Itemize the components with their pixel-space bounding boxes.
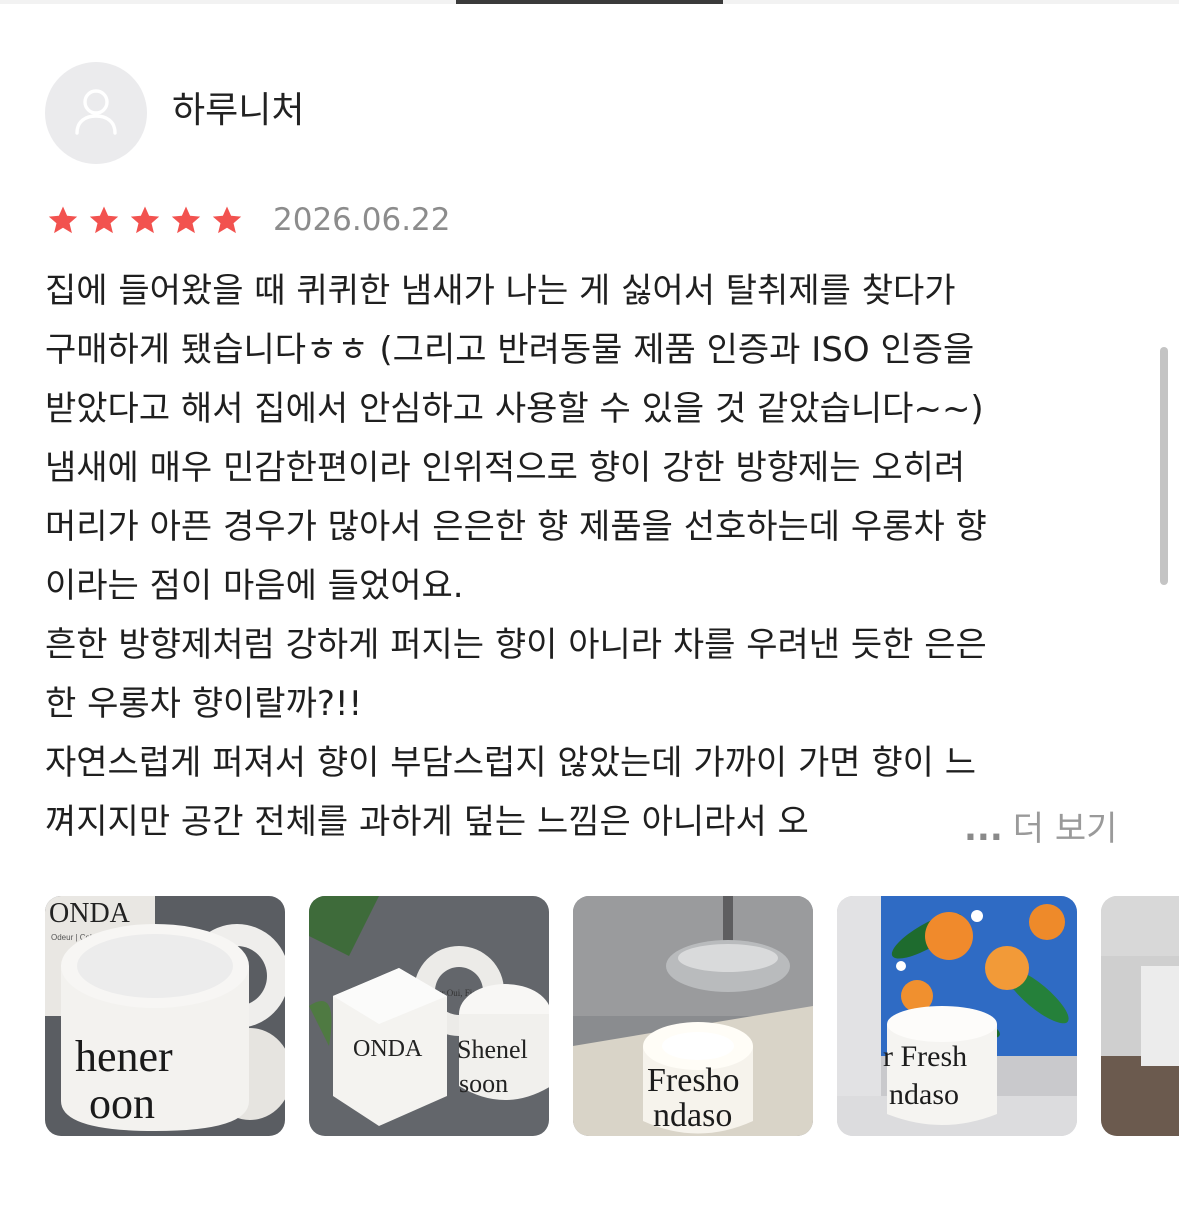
review-line: 받았다고 해서 집에서 안심하고 사용할 수 있을 것 같았습니다~~) <box>45 389 984 429</box>
star-icon <box>89 206 119 234</box>
photo-candle-open-lid: ONDA Odeur | Colonche hener oon <box>45 896 285 1136</box>
photo-candle-with-box: Odeur Oui, Fiore la ONDA Shenel soon <box>309 896 549 1136</box>
photo-partial <box>1101 896 1179 1136</box>
review-line: 흔한 방향제처럼 강하게 퍼지는 향이 아니라 차를 우려낸 듯한 은은 <box>45 625 987 665</box>
review-date: 2026.06.22 <box>273 202 451 238</box>
review-photo-4[interactable]: r Fresh ndaso <box>837 896 1077 1136</box>
photo-label: Shenel <box>457 1035 528 1064</box>
star-icon <box>171 206 201 234</box>
star-icon <box>212 206 242 234</box>
photo-label: ndaso <box>889 1078 959 1111</box>
review-line: 한 우롱차 향이랄까?!! <box>45 684 363 724</box>
photo-label: r Fresh <box>883 1040 967 1073</box>
star-rating <box>46 202 251 240</box>
star-icon <box>130 206 160 234</box>
review-line: 머리가 아픈 경우가 많아서 은은한 향 제품을 선호하는데 우롱차 향 <box>45 507 987 547</box>
star-icon <box>48 206 78 234</box>
user-icon <box>75 89 117 135</box>
photo-label: ONDA <box>49 898 131 929</box>
ellipsis: ... <box>964 809 1003 849</box>
photo-label: soon <box>459 1069 508 1098</box>
review-photo-3[interactable]: Fresho ndaso <box>573 896 813 1136</box>
review-photo-5[interactable] <box>1101 896 1179 1136</box>
review-line: 집에 들어왔을 때 퀴퀴한 냄새가 나는 게 싫어서 탈취제를 찾다가 <box>45 271 956 311</box>
more-label: 더 보기 <box>1012 809 1118 849</box>
photo-candle-orange-art: r Fresh ndaso <box>837 896 1077 1136</box>
review-line: 냄새에 매우 민감한편이라 인위적으로 향이 강한 방향제는 오히려 <box>45 448 966 488</box>
review-line: 이라는 점이 마음에 들었어요. <box>45 566 464 606</box>
photo-label: oon <box>89 1079 155 1128</box>
review-photo-1[interactable]: ONDA Odeur | Colonche hener oon <box>45 896 285 1136</box>
photo-candle-lit: Fresho ndaso <box>573 896 813 1136</box>
photo-label: ONDA <box>353 1036 423 1062</box>
photo-label: hener <box>75 1032 173 1081</box>
review-line: 자연스럽게 퍼져서 향이 부담스럽지 않았는데 가까이 가면 향이 느 <box>45 743 977 783</box>
review-line: 구매하게 됐습니다ㅎㅎ (그리고 반려동물 제품 인증과 ISO 인증을 <box>45 330 975 370</box>
reviewer-name: 하루니처 <box>172 90 305 131</box>
avatar <box>45 62 147 164</box>
photo-label: ndaso <box>653 1097 732 1134</box>
review-photo-2[interactable]: Odeur Oui, Fiore la ONDA Shenel soon <box>309 896 549 1136</box>
photo-label: Fresho <box>647 1062 740 1099</box>
scrollbar[interactable] <box>1160 347 1168 585</box>
more-button[interactable]: ... 더 보기 <box>962 800 1118 859</box>
review-text: 집에 들어왔을 때 퀴퀴한 냄새가 나는 게 싫어서 탈취제를 찾다가 구매하게… <box>45 262 1145 862</box>
tab-indicator <box>456 0 723 4</box>
